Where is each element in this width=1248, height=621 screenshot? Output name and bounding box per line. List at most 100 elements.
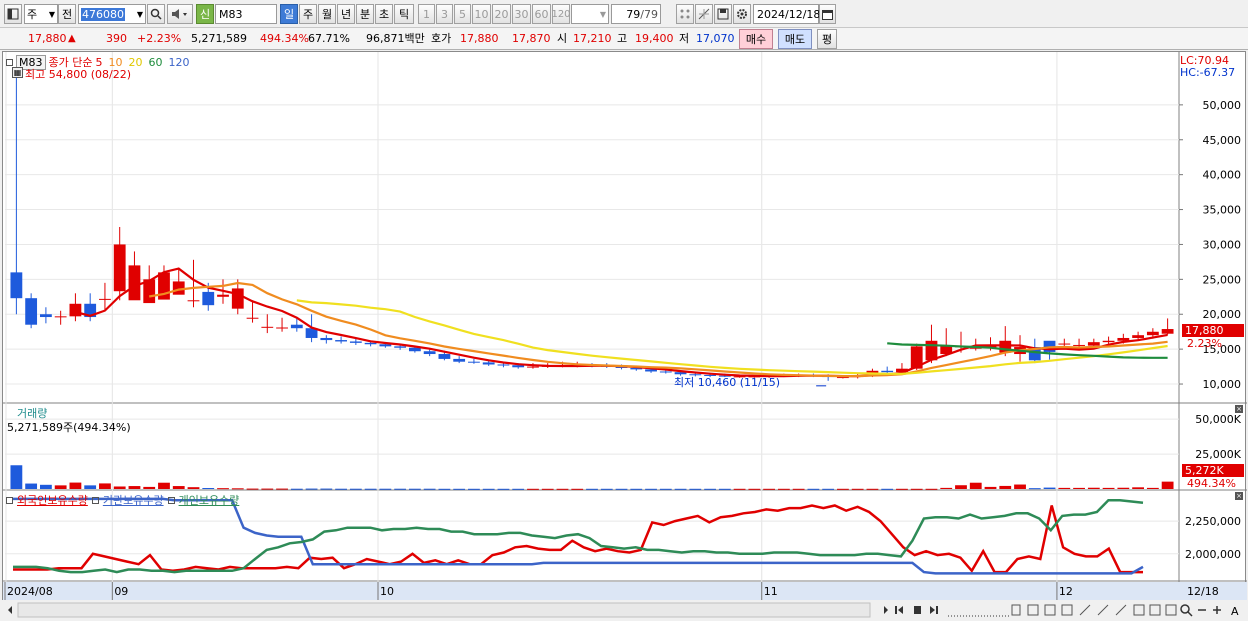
candle-body xyxy=(39,314,52,318)
crosshair-icon[interactable] xyxy=(695,4,713,24)
tool-icon[interactable] xyxy=(1133,604,1145,616)
price-series xyxy=(10,71,1174,387)
candle-body xyxy=(320,337,333,341)
period-second-button[interactable]: 초 xyxy=(375,4,393,24)
candle-body xyxy=(482,362,495,365)
volume-bar xyxy=(748,488,761,490)
stock-name-field[interactable]: M83 xyxy=(215,4,277,24)
minute-10-button[interactable]: 10 xyxy=(472,4,491,24)
volume-bar xyxy=(733,488,746,490)
minute-5-button[interactable]: 5 xyxy=(454,4,471,24)
close-icon[interactable]: × xyxy=(1235,492,1243,500)
candle-body xyxy=(1058,343,1071,345)
holding-lines xyxy=(13,497,1144,575)
volume-bar xyxy=(276,488,288,490)
tool-icon[interactable] xyxy=(1027,604,1039,616)
chart-canvas[interactable]: 2024/08 09 10 11 12 12/1810,00015,00020,00025… xyxy=(3,52,1247,601)
legend-institution-holding[interactable]: 기관보유수량 xyxy=(103,492,164,508)
chart-area[interactable]: 2024/08 09 10 11 12 12/18 10,000 15,000 20,000 25… xyxy=(2,51,1247,601)
horizontal-scrollbar[interactable] xyxy=(17,602,871,618)
price-change-pct: +2.23% xyxy=(137,32,182,45)
volume-bar xyxy=(955,485,967,489)
volume-bar xyxy=(689,488,702,490)
close-icon[interactable]: × xyxy=(1235,405,1243,413)
legend-box-icon xyxy=(6,496,13,504)
minute-30-button[interactable]: 30 xyxy=(512,4,531,24)
volume-bar xyxy=(969,482,982,489)
volume-y-label: 50,000K xyxy=(1195,413,1241,426)
tool-icon[interactable] xyxy=(1149,604,1161,616)
font-size-icon[interactable]: A xyxy=(1231,605,1239,618)
period-year-button[interactable]: 년 xyxy=(337,4,355,24)
calc-icon[interactable]: ▦ xyxy=(12,67,23,78)
zoom-in-icon[interactable] xyxy=(1213,606,1221,614)
interval-select[interactable]: ▼ xyxy=(571,4,609,24)
minute-1-button[interactable]: 1 xyxy=(418,4,435,24)
legend-individual-holding[interactable]: 개인보유수량 xyxy=(179,492,240,508)
count-input[interactable]: 79/79 xyxy=(611,4,661,24)
scroll-right-icon[interactable] xyxy=(884,606,888,614)
save-icon[interactable] xyxy=(714,4,732,24)
volume-bar xyxy=(379,488,392,490)
volume-bar xyxy=(999,485,1012,489)
x-axis-label: 10 xyxy=(380,585,394,598)
window-icon[interactable] xyxy=(4,4,22,24)
candle-body xyxy=(379,344,392,347)
x-axis-label: 12/18 xyxy=(1187,585,1219,598)
candle-body xyxy=(468,361,480,363)
zoom-icon[interactable] xyxy=(1180,604,1193,617)
stop-icon[interactable] xyxy=(914,606,921,614)
minute-60-button[interactable]: 60 xyxy=(532,4,551,24)
holding-legend: 외국인보유수량 기관보유수량 개인보유수량 xyxy=(6,492,239,508)
period-day-button[interactable]: 일 xyxy=(280,4,298,24)
code-input[interactable]: 476080 ▼ xyxy=(78,4,146,24)
gear-icon[interactable] xyxy=(733,4,751,24)
minute-120-button[interactable]: 120 xyxy=(551,4,571,24)
prev-button[interactable]: 전 xyxy=(58,4,76,24)
volume-bar xyxy=(408,488,421,490)
tool-icon[interactable] xyxy=(1011,604,1021,616)
volume-bar xyxy=(172,486,185,489)
tool-icon[interactable] xyxy=(1044,604,1056,616)
buy-button[interactable]: 매수 xyxy=(739,29,773,49)
candle-body xyxy=(1073,344,1085,346)
legend-foreign-holding[interactable]: 외국인보유수량 xyxy=(17,492,88,508)
scroll-left-icon[interactable] xyxy=(8,606,12,614)
minute-3-button[interactable]: 3 xyxy=(436,4,453,24)
price-y-label: 40,000 xyxy=(1203,169,1242,182)
period-tick-button[interactable]: 틱 xyxy=(394,4,414,24)
avg-button[interactable]: 평 xyxy=(817,29,837,49)
candle-body xyxy=(423,351,436,355)
count-value: 79 xyxy=(626,7,641,21)
current-price-tag: 17,880 xyxy=(1182,324,1244,337)
mode-select[interactable]: 주 ▼ xyxy=(24,4,58,24)
period-month-button[interactable]: 월 xyxy=(318,4,336,24)
legend-ma-120[interactable]: 120 xyxy=(168,56,189,69)
current-pct-tag: 2.23% xyxy=(1187,337,1222,350)
period-minute-button[interactable]: 분 xyxy=(356,4,374,24)
sell-button[interactable]: 매도 xyxy=(778,29,812,49)
period-week-button[interactable]: 주 xyxy=(299,4,317,24)
calendar-icon[interactable] xyxy=(819,4,836,24)
volume-bar xyxy=(231,488,244,490)
trendline-icon[interactable] xyxy=(1079,604,1091,616)
main-toolbar: 주 ▼ 전 476080 ▼ 신 M83 일 주 월 년 분 초 틱 1 3 5… xyxy=(0,0,1248,28)
speaker-icon[interactable] xyxy=(167,4,193,24)
date-value: 2024/12/18 xyxy=(757,7,821,21)
tool-icon[interactable] xyxy=(1061,604,1073,616)
candle-body xyxy=(25,298,38,325)
grid-toggle-icon[interactable] xyxy=(676,4,694,24)
rewind-icon[interactable] xyxy=(895,606,903,614)
minute-20-button[interactable]: 20 xyxy=(492,4,511,24)
fast-forward-icon[interactable] xyxy=(930,606,938,614)
volume-bar xyxy=(1058,487,1071,489)
trendline-icon[interactable] xyxy=(1115,604,1127,616)
candle-body xyxy=(394,346,407,348)
search-icon[interactable] xyxy=(147,4,165,24)
tool-icon[interactable] xyxy=(1165,604,1177,616)
trendline-icon[interactable] xyxy=(1097,604,1109,616)
stock-name: M83 xyxy=(219,7,243,21)
volume-bar xyxy=(143,486,156,489)
date-input[interactable]: 2024/12/18 xyxy=(753,4,821,24)
legend-ma-60[interactable]: 60 xyxy=(148,56,162,69)
